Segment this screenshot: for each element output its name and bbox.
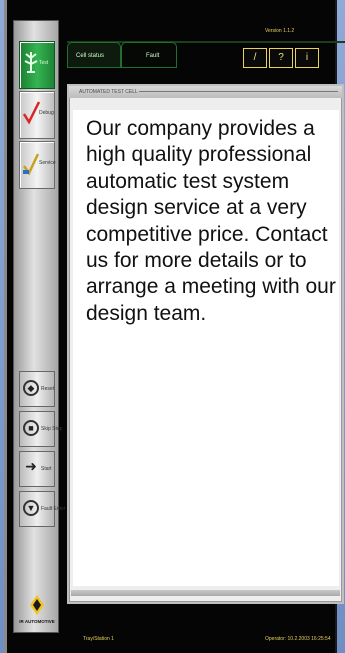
tab-cell-status[interactable]: Cell status <box>67 42 121 68</box>
edit-button[interactable]: / <box>243 48 267 68</box>
app-window: Test Debug Service ◆ Reset ■ Skip Step ➜… <box>4 0 345 653</box>
sidebar-item-test[interactable]: Test <box>19 41 55 89</box>
control-label: Skip Step <box>41 426 63 432</box>
skip-step-button[interactable]: ■ Skip Step <box>19 411 62 447</box>
start-button[interactable]: ➜ Start <box>19 451 55 487</box>
panel-footer <box>71 590 340 596</box>
panel-header: AUTOMATED TEST CELL <box>69 86 342 98</box>
content-panel: AUTOMATED TEST CELL Our company provides… <box>67 84 344 604</box>
reset-button[interactable]: ◆ Reset <box>19 371 55 407</box>
diamond-icon: ◆ <box>23 380 39 396</box>
info-message: Our company provides a high quality prof… <box>86 117 336 325</box>
operator-status: Operator: 10.2.2003 16:25:54 <box>265 636 331 642</box>
fault-enter-button[interactable]: ▼ Fault Enter <box>19 491 65 527</box>
info-icon: i <box>305 52 309 63</box>
control-label: Fault Enter <box>41 506 66 512</box>
divider <box>139 91 338 92</box>
tab-fault[interactable]: Fault <box>121 42 177 68</box>
panel-title: AUTOMATED TEST CELL <box>79 89 138 95</box>
checkmark-red-icon <box>22 100 41 132</box>
sidebar-item-label: Debug <box>39 110 54 116</box>
sidebar-item-label: Test <box>39 60 49 66</box>
window-frame: Test Debug Service ◆ Reset ■ Skip Step ➜… <box>0 0 345 653</box>
logo-text: IR AUTOMOTIVE <box>19 619 55 624</box>
message-area: Our company provides a high quality prof… <box>73 110 339 586</box>
help-button[interactable]: ? <box>269 48 293 68</box>
station-status: Tray/Station 1 <box>83 636 114 642</box>
fault-icon: ▼ <box>23 500 39 516</box>
arrow-right-icon: ➜ <box>25 458 37 474</box>
control-label: Start <box>41 466 52 472</box>
logo-diamond-icon <box>30 595 44 615</box>
info-button[interactable]: i <box>295 48 319 68</box>
tree-icon <box>23 50 39 82</box>
sidebar-item-debug[interactable]: Debug <box>19 91 55 139</box>
control-label: Reset <box>41 386 55 392</box>
sidebar-item-label: Service <box>39 160 56 166</box>
tab-label: Cell status <box>76 53 105 59</box>
version-label: Version 1.1.2 <box>265 28 295 34</box>
checkmark-yellow-icon <box>22 150 41 182</box>
sidebar: Test Debug Service ◆ Reset ■ Skip Step ➜… <box>13 20 65 633</box>
sidebar-item-service[interactable]: Service <box>19 141 56 189</box>
help-icon: ? <box>278 52 284 63</box>
tab-label: Fault <box>146 53 160 59</box>
pencil-icon: / <box>253 52 257 63</box>
company-logo: IR AUTOMOTIVE <box>19 593 55 631</box>
stop-icon: ■ <box>23 420 39 436</box>
